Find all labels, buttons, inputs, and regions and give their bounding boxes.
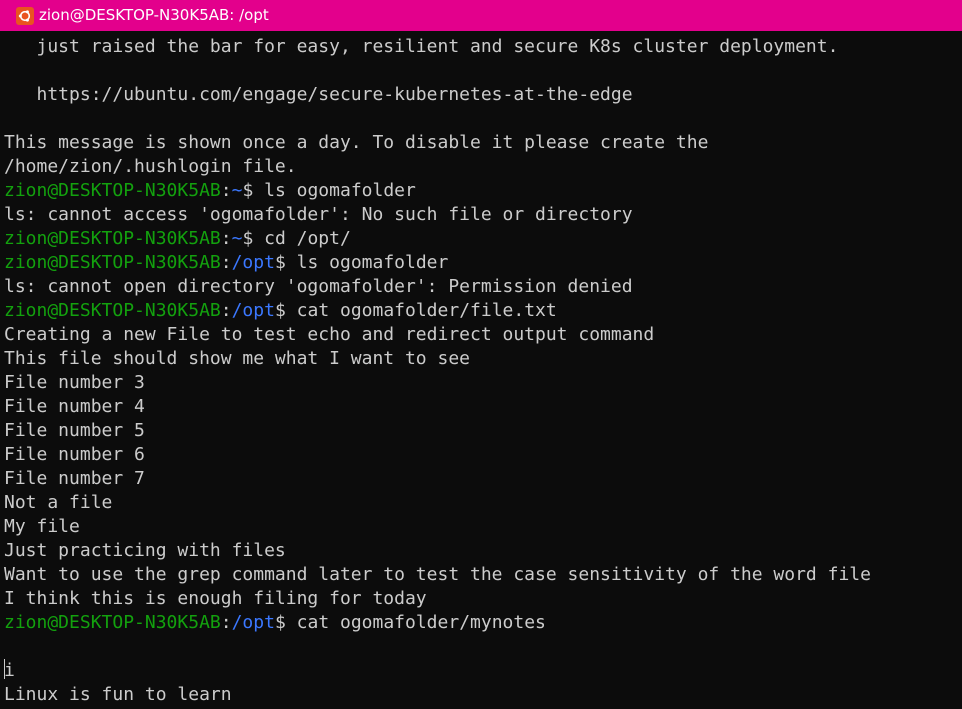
prompt-line: zion@DESKTOP-N30K5AB:/opt$ ls ogomafolde… bbox=[4, 251, 958, 275]
prompt-path: ~ bbox=[231, 180, 243, 201]
output-line: File number 3 bbox=[4, 372, 145, 393]
output-line: My file bbox=[4, 516, 80, 537]
output-line: I think this is enough filing for today bbox=[4, 588, 427, 609]
prompt-line: zion@DESKTOP-N30K5AB:~$ cd /opt/ bbox=[4, 227, 958, 251]
output-line: File number 6 bbox=[4, 444, 145, 465]
prompt-colon: : bbox=[220, 180, 232, 201]
output-line: This file should show me what I want to … bbox=[4, 348, 470, 369]
output-line: i bbox=[4, 660, 15, 681]
command-text: ls ogomafolder bbox=[296, 252, 449, 273]
text-cursor bbox=[4, 659, 5, 679]
output-line: Creating a new File to test echo and red… bbox=[4, 324, 655, 345]
output-line: File number 4 bbox=[4, 396, 145, 417]
output-line: File number 7 bbox=[4, 468, 145, 489]
prompt-colon: : bbox=[220, 300, 232, 321]
ubuntu-icon bbox=[16, 6, 34, 25]
prompt-user-host: zion@DESKTOP-N30K5AB bbox=[4, 180, 221, 201]
motd-line: /home/zion/.hushlogin file. bbox=[4, 156, 297, 177]
motd-line: just raised the bar for easy, resilient … bbox=[4, 36, 839, 57]
motd-link: https://ubuntu.com/engage/secure-kuberne… bbox=[4, 84, 633, 105]
prompt-path: /opt bbox=[231, 300, 275, 321]
prompt-line: zion@DESKTOP-N30K5AB:/opt$ cat ogomafold… bbox=[4, 611, 958, 635]
prompt-user-host: zion@DESKTOP-N30K5AB bbox=[4, 612, 221, 633]
prompt-colon: : bbox=[220, 612, 232, 633]
prompt-path: /opt bbox=[231, 612, 275, 633]
output-line: File number 5 bbox=[4, 420, 145, 441]
prompt-user-host: zion@DESKTOP-N30K5AB bbox=[4, 228, 221, 249]
prompt-dollar: $ bbox=[242, 180, 265, 201]
error-output: ls: cannot access 'ogomafolder': No such… bbox=[4, 204, 633, 225]
terminal-window: zion@DESKTOP-N30K5AB: /opt just raised t… bbox=[0, 0, 962, 709]
terminal-output[interactable]: just raised the bar for easy, resilient … bbox=[4, 35, 958, 707]
prompt-dollar: $ bbox=[274, 252, 297, 273]
prompt-dollar: $ bbox=[274, 612, 297, 633]
command-text: cd /opt/ bbox=[264, 228, 351, 249]
prompt-line: zion@DESKTOP-N30K5AB:~$ ls ogomafolder bbox=[4, 179, 958, 203]
motd-line: This message is shown once a day. To dis… bbox=[4, 132, 709, 153]
prompt-path: /opt bbox=[231, 252, 275, 273]
window-title: zion@DESKTOP-N30K5AB: /opt bbox=[39, 6, 269, 24]
prompt-dollar: $ bbox=[274, 300, 297, 321]
prompt-dollar: $ bbox=[242, 228, 265, 249]
command-text: cat ogomafolder/file.txt bbox=[296, 300, 557, 321]
prompt-colon: : bbox=[220, 228, 232, 249]
output-line: Linux is fun to learn bbox=[4, 684, 232, 705]
prompt-user-host: zion@DESKTOP-N30K5AB bbox=[4, 252, 221, 273]
prompt-line: zion@DESKTOP-N30K5AB:/opt$ cat ogomafold… bbox=[4, 299, 958, 323]
title-bar[interactable]: zion@DESKTOP-N30K5AB: /opt bbox=[0, 0, 962, 31]
prompt-colon: : bbox=[220, 252, 232, 273]
prompt-path: ~ bbox=[231, 228, 243, 249]
command-text: cat ogomafolder/mynotes bbox=[296, 612, 546, 633]
error-output: ls: cannot open directory 'ogomafolder':… bbox=[4, 276, 633, 297]
output-line: Just practicing with files bbox=[4, 540, 286, 561]
command-text: ls ogomafolder bbox=[264, 180, 416, 201]
output-line: Not a file bbox=[4, 492, 113, 513]
output-line: Want to use the grep command later to te… bbox=[4, 564, 871, 585]
prompt-user-host: zion@DESKTOP-N30K5AB bbox=[4, 300, 221, 321]
